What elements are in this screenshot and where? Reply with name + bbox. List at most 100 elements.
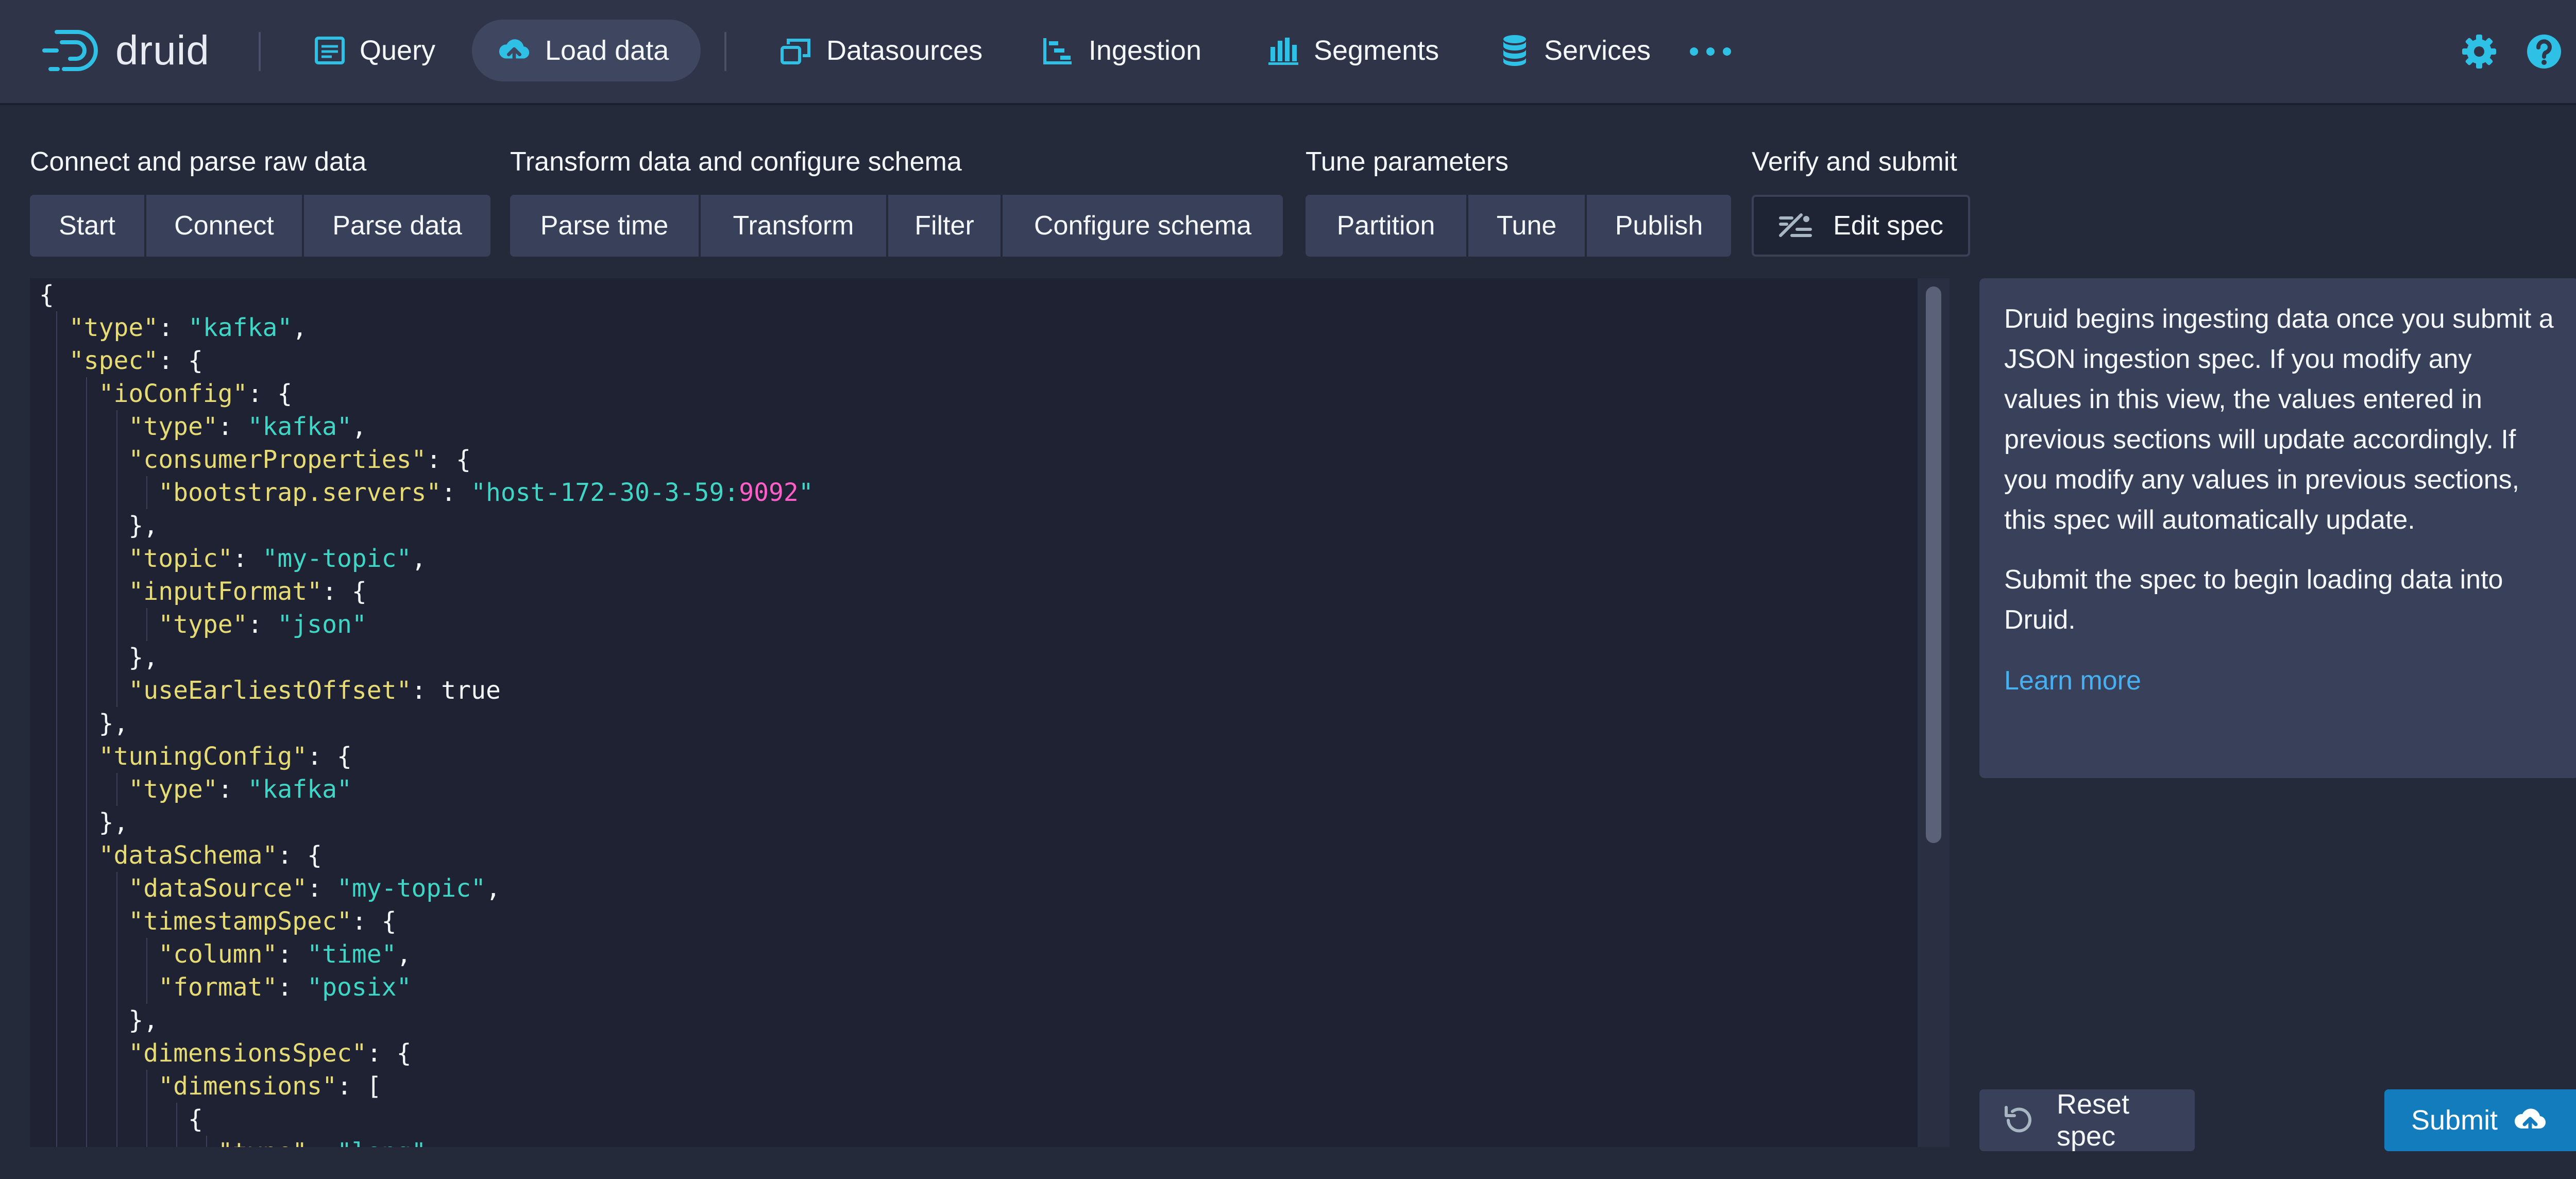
indent-guide [56, 1136, 58, 1147]
nav-item-label: Query [360, 35, 436, 66]
nav-item-label: Ingestion [1088, 35, 1201, 66]
indent-guide [86, 707, 88, 740]
nav-item-services[interactable]: Services [1475, 20, 1676, 81]
nav-item-ingestion[interactable]: Ingestion [1016, 20, 1227, 81]
code-line: "tuningConfig": { [39, 740, 814, 773]
indent-guide [56, 443, 58, 476]
indent-guide [116, 476, 117, 509]
submit-button[interactable]: Submit [2384, 1089, 2576, 1151]
step-connect-button[interactable]: Connect [146, 195, 304, 257]
nav-divider [724, 32, 726, 71]
code-line: "consumerProperties": { [39, 443, 814, 476]
indent-guide [116, 872, 117, 905]
indent-guide [86, 971, 88, 1004]
code-line: }, [39, 707, 814, 740]
step-button-group: Partition Tune Publish [1306, 195, 1731, 257]
indent-guide [116, 410, 117, 443]
query-icon [314, 34, 345, 67]
code-line: { [39, 1103, 814, 1136]
indent-guide [56, 542, 58, 575]
indent-guide [56, 1037, 58, 1070]
step-title: Verify and submit [1752, 147, 1957, 177]
indent-guide [116, 1070, 117, 1103]
step-parse-data-button[interactable]: Parse data [304, 195, 490, 257]
step-edit-spec-button[interactable]: Edit spec [1752, 195, 1970, 257]
indent-guide [116, 542, 117, 575]
nav-item-load-data[interactable]: Load data [472, 20, 701, 81]
code-line: "column": "time", [39, 938, 814, 971]
indent-guide [86, 1070, 88, 1103]
code-line: "dataSchema": { [39, 839, 814, 872]
code-line: "bootstrap.servers": "host-172-30-3-59:9… [39, 476, 814, 509]
indent-guide [86, 773, 88, 806]
step-button-label: Edit spec [1833, 211, 1943, 241]
editor-scrollbar-thumb[interactable] [1926, 287, 1941, 843]
gear-icon[interactable] [2460, 32, 2499, 71]
code-line: "format": "posix" [39, 971, 814, 1004]
step-group-connect: Connect and parse raw data Start Connect… [30, 144, 490, 257]
nav-item-label: Services [1544, 35, 1651, 66]
nav-item-query[interactable]: Query [289, 20, 453, 81]
step-partition-button[interactable]: Partition [1306, 195, 1468, 257]
logo-text: druid [115, 27, 210, 73]
indent-guide [56, 773, 58, 806]
indent-guide [56, 707, 58, 740]
step-parse-time-button[interactable]: Parse time [510, 195, 701, 257]
indent-guide [56, 806, 58, 839]
indent-guide [86, 1136, 88, 1147]
indent-guide [56, 608, 58, 641]
indent-guide [146, 476, 147, 509]
code-line: "type": "kafka" [39, 773, 814, 806]
indent-guide [56, 410, 58, 443]
stacked-chart-icon [1267, 34, 1299, 67]
nav-item-segments[interactable]: Segments [1242, 20, 1453, 81]
druid-logo[interactable]: druid [41, 19, 210, 82]
help-icon[interactable] [2524, 32, 2564, 71]
indent-guide [56, 344, 58, 377]
indent-guide [86, 608, 88, 641]
step-group-verify: Verify and submit Edit spec [1752, 144, 1970, 257]
database-icon [1500, 34, 1530, 67]
indent-guide [56, 1103, 58, 1136]
code-line: }, [39, 1004, 814, 1037]
reset-icon [2002, 1103, 2036, 1137]
step-transform-button[interactable]: Transform [701, 195, 888, 257]
indent-guide [116, 641, 117, 674]
indent-guide [86, 905, 88, 938]
indent-guide [116, 773, 117, 806]
cloud-upload-icon [498, 34, 531, 67]
step-publish-button[interactable]: Publish [1587, 195, 1731, 257]
indent-guide [56, 377, 58, 410]
code-line: "type": "kafka", [39, 311, 814, 344]
more-icon[interactable] [1690, 36, 1731, 67]
step-button-group: Edit spec [1752, 195, 1970, 257]
step-title: Tune parameters [1306, 147, 1509, 177]
step-configure-schema-button[interactable]: Configure schema [1003, 195, 1283, 257]
reset-spec-button[interactable]: Reset spec [1979, 1089, 2195, 1152]
indent-guide [86, 509, 88, 542]
submit-label: Submit [2411, 1105, 2498, 1136]
code-line: "type": "kafka", [39, 410, 814, 443]
step-title: Connect and parse raw data [30, 147, 367, 177]
code-line: { [39, 280, 54, 309]
indent-guide [56, 575, 58, 608]
indent-guide [206, 1136, 208, 1147]
indent-guide [86, 410, 88, 443]
step-tune-button[interactable]: Tune [1468, 195, 1587, 257]
indent-guide [56, 905, 58, 938]
learn-more-link[interactable]: Learn more [2004, 661, 2554, 701]
code-line: "useEarliestOffset": true [39, 674, 814, 707]
reset-spec-label: Reset spec [2057, 1089, 2130, 1152]
nav-item-datasources[interactable]: Datasources [754, 20, 1002, 81]
indent-guide [116, 1004, 117, 1037]
step-start-button[interactable]: Start [30, 195, 146, 257]
druid-logo-icon [42, 30, 98, 71]
step-group-transform: Transform data and configure schema Pars… [510, 144, 1283, 257]
indent-guide [86, 575, 88, 608]
indent-guide [86, 443, 88, 476]
indent-guide [86, 872, 88, 905]
step-button-group: Start Connect Parse data [30, 195, 490, 257]
spec-json-editor[interactable]: { "type": "kafka", "spec": { "ioConfig":… [30, 278, 1920, 1147]
indent-guide [56, 1004, 58, 1037]
step-filter-button[interactable]: Filter [888, 195, 1003, 257]
